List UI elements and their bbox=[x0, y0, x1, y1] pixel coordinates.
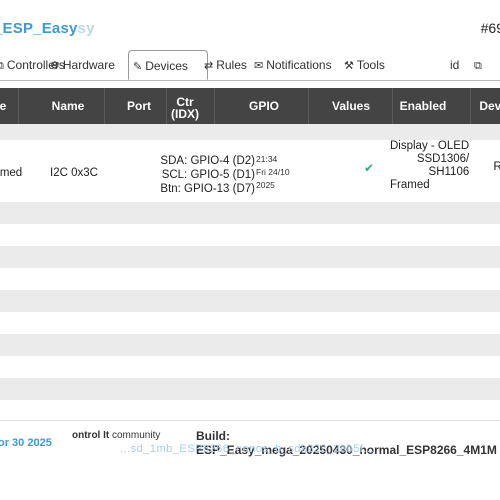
table-row[interactable] bbox=[0, 400, 500, 420]
tabs-divider bbox=[0, 80, 500, 81]
app-title-faded: sy bbox=[77, 20, 95, 37]
gpio-line: Btn: GPIO-13 (D7) bbox=[160, 183, 255, 195]
col-header-ctr-idx: Ctr (IDX) bbox=[171, 95, 199, 121]
table-row[interactable] bbox=[0, 224, 500, 246]
col-header-gpio: GPIO bbox=[248, 99, 279, 113]
devices-table-header: e Name Port Ctr (IDX) GPIO Values Enable… bbox=[0, 88, 500, 124]
tab-devices[interactable]: ✎ Devices bbox=[128, 50, 208, 80]
column-divider bbox=[470, 88, 471, 124]
col-header-enabled: Enabled bbox=[399, 99, 447, 113]
tab-id[interactable]: id bbox=[446, 50, 463, 80]
device-line: Framed bbox=[390, 179, 430, 191]
device-gpio: SDA: GPIO-4 (D2) SCL: GPIO-5 (D1) Btn: G… bbox=[160, 154, 255, 196]
column-divider bbox=[18, 88, 19, 124]
tab-tools[interactable]: ⚒ Tools bbox=[340, 50, 389, 80]
tab-label: Notifications bbox=[266, 58, 332, 72]
col-header-device: Devi bbox=[479, 99, 500, 113]
col-header-name: Name bbox=[51, 99, 85, 113]
col-header-state: e bbox=[0, 99, 7, 113]
tab-notifications[interactable]: ✉ Notifications bbox=[250, 50, 336, 80]
table-row[interactable] bbox=[0, 246, 500, 268]
unit-number: #69 bbox=[480, 20, 500, 36]
tab-hardware[interactable]: ⚙ Hardware bbox=[46, 50, 119, 80]
tab-label: Devices bbox=[145, 59, 188, 73]
footer-build-details: ...sd_1mb_ESP8266_nonos_b_sdk222_2eb5f..… bbox=[120, 443, 375, 455]
device-port: I2C 0x3C bbox=[50, 167, 98, 179]
table-row[interactable] bbox=[0, 356, 500, 378]
value-line: Fri 24/10 bbox=[256, 167, 290, 177]
col-header-values: Values bbox=[331, 99, 371, 113]
table-row[interactable] bbox=[0, 268, 500, 290]
tab-label: Tools bbox=[356, 58, 385, 72]
device-line: SSD1306/ bbox=[416, 153, 470, 165]
tab-rules[interactable]: ⇄ Rules bbox=[200, 50, 251, 80]
wrench-icon: ⚒ bbox=[344, 60, 354, 72]
device-line: SH1106 bbox=[428, 166, 470, 178]
table-row[interactable] bbox=[0, 312, 500, 334]
tab-controllers-right[interactable]: ⧉Co bbox=[470, 50, 500, 103]
tab-label: id bbox=[450, 58, 460, 72]
table-row[interactable] bbox=[0, 202, 500, 224]
enabled-check-icon: ✔ bbox=[364, 161, 375, 175]
footer-brand[interactable]: ontrol It bbox=[72, 430, 109, 441]
table-row-spacer bbox=[0, 124, 500, 140]
device-name: rmed bbox=[0, 167, 23, 179]
tab-label: Hardware bbox=[62, 58, 115, 72]
value-line: 21:34 bbox=[256, 154, 278, 164]
value-line: 2025 bbox=[256, 180, 275, 190]
column-divider bbox=[104, 88, 105, 124]
column-divider bbox=[392, 88, 393, 124]
devices-icon: ✎ bbox=[133, 61, 143, 73]
footer-date: or 30 2025 bbox=[0, 437, 52, 449]
app-title[interactable]: _ESP_Easysy bbox=[0, 20, 95, 37]
device-line: Display - OLED bbox=[390, 140, 470, 152]
gpio-line: SDA: GPIO-4 (D2) bbox=[160, 155, 255, 167]
table-row[interactable] bbox=[0, 290, 500, 312]
rules-icon: ⇄ bbox=[204, 60, 214, 72]
table-row[interactable] bbox=[0, 334, 500, 356]
hardware-icon: ⚙ bbox=[50, 60, 60, 72]
column-divider bbox=[308, 88, 309, 124]
device-type: Display - OLED SSD1306/ SH1106 Framed bbox=[390, 140, 469, 192]
device-extra: R bbox=[493, 159, 500, 173]
app-title-main: _ESP_Easy bbox=[0, 20, 78, 37]
footer-powered-by: ontrol It community bbox=[72, 430, 160, 441]
table-row[interactable] bbox=[0, 378, 500, 400]
col-header-port: Port bbox=[127, 99, 151, 113]
column-divider bbox=[214, 88, 215, 124]
envelope-icon: ✉ bbox=[254, 60, 264, 72]
footer-community[interactable]: community bbox=[112, 430, 160, 441]
gpio-line: SCL: GPIO-5 (D1) bbox=[161, 169, 255, 181]
controllers-icon: ⧉ bbox=[0, 51, 4, 81]
controllers-icon: ⧉ bbox=[474, 60, 482, 72]
device-values: 21:34 Fri 24/10 2025 bbox=[256, 153, 290, 192]
footer-divider bbox=[0, 420, 500, 421]
tab-label: Rules bbox=[216, 58, 247, 72]
